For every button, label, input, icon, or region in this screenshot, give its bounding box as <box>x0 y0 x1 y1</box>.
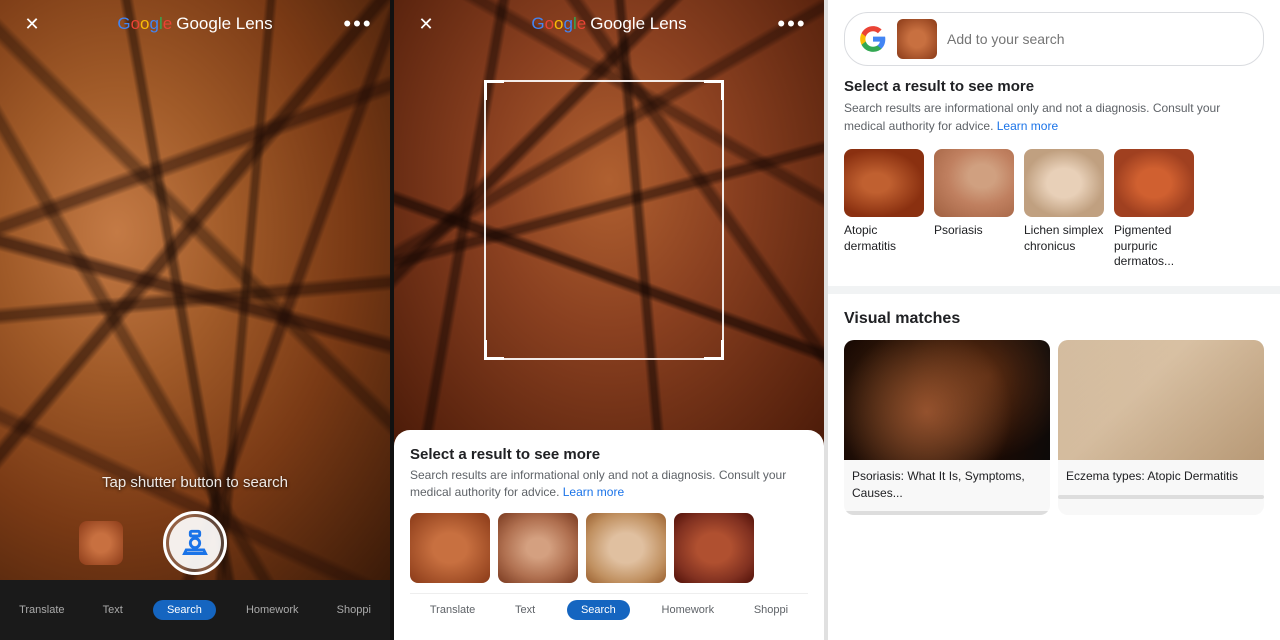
lens-text-2: Google Lens <box>590 14 686 34</box>
condition-card-pigmented[interactable]: Pigmented purpuric dermatos... <box>1114 149 1194 270</box>
shutter-row <box>79 511 311 575</box>
corner-tl <box>484 80 504 100</box>
select-result-section: Select a result to see more Search resul… <box>828 78 1280 286</box>
match-img-eczema <box>1058 340 1264 460</box>
condition-img-lichen <box>1024 149 1104 217</box>
google-wordmark-2: Google <box>531 14 586 34</box>
shutter-button[interactable] <box>163 511 227 575</box>
thumb-atopic[interactable] <box>410 513 490 583</box>
shutter-inner <box>169 517 221 569</box>
condition-label-atopic: Atopic dermatitis <box>844 223 924 254</box>
select-result-desc: Search results are informational only an… <box>844 99 1264 135</box>
match-card-psoriasis[interactable]: Psoriasis: What It Is, Symptoms, Causes.… <box>844 340 1050 516</box>
bottom-sheet-desc: Search results are informational only an… <box>410 467 808 501</box>
tab-search-2[interactable]: Search <box>567 600 630 620</box>
bottom-sheet-title: Select a result to see more <box>410 446 808 463</box>
condition-label-lichen: Lichen simplex chronicus <box>1024 223 1104 254</box>
match-img-psoriasis <box>844 340 1050 460</box>
condition-label-psoriasis: Psoriasis <box>934 223 1014 239</box>
tab-shopping-1[interactable]: Shoppi <box>329 600 379 620</box>
condition-img-psoriasis <box>934 149 1014 217</box>
condition-card-psoriasis[interactable]: Psoriasis <box>934 149 1014 270</box>
tab-text-2[interactable]: Text <box>507 600 543 620</box>
condition-label-pigmented: Pigmented purpuric dermatos... <box>1114 223 1194 270</box>
close-icon[interactable]: ✕ <box>16 8 48 40</box>
tab-translate-2[interactable]: Translate <box>422 600 483 620</box>
section-divider <box>828 286 1280 294</box>
tab-homework-1[interactable]: Homework <box>238 600 307 620</box>
tab-translate-1[interactable]: Translate <box>11 600 72 620</box>
visual-matches-title: Visual matches <box>844 310 1264 328</box>
results-search-bar[interactable] <box>844 12 1264 66</box>
corner-tr <box>704 80 724 100</box>
learn-more-link-3[interactable]: Learn more <box>997 119 1058 133</box>
app-title-1: Google Google Lens <box>117 14 272 34</box>
search-input[interactable] <box>947 31 1249 47</box>
close-icon-2[interactable]: ✕ <box>410 8 442 40</box>
visual-matches-section: Visual matches Psoriasis: What It Is, Sy… <box>828 294 1280 532</box>
conditions-row: Atopic dermatitis Psoriasis Lichen simpl… <box>844 149 1264 270</box>
match-caption-sub-1 <box>844 511 1050 515</box>
thumb-lichen[interactable] <box>586 513 666 583</box>
top-bar-2: ✕ Google Google Lens ••• <box>394 0 824 48</box>
condition-card-lichen[interactable]: Lichen simplex chronicus <box>1024 149 1104 270</box>
condition-img-pigmented <box>1114 149 1194 217</box>
select-result-title: Select a result to see more <box>844 78 1264 95</box>
phone-panel-1: ✕ Google Google Lens ••• Tap shutter but… <box>0 0 390 640</box>
tab-homework-2[interactable]: Homework <box>654 600 723 620</box>
results-panel: Select a result to see more Search resul… <box>828 0 1280 640</box>
lens-text-1: Google Lens <box>176 14 272 34</box>
learn-more-link-2[interactable]: Learn more <box>563 485 624 499</box>
corner-bl <box>484 340 504 360</box>
condition-img-atopic <box>844 149 924 217</box>
matches-grid: Psoriasis: What It Is, Symptoms, Causes.… <box>844 340 1264 516</box>
thumb-pigmented[interactable] <box>674 513 754 583</box>
tab-shopping-2[interactable]: Shoppi <box>746 600 796 620</box>
bottom-tab-bar-1: Translate Text Search Homework Shoppi <box>0 580 390 640</box>
thumb-psoriasis[interactable] <box>498 513 578 583</box>
corner-br <box>704 340 724 360</box>
condition-card-atopic[interactable]: Atopic dermatitis <box>844 149 924 270</box>
tab-search-1[interactable]: Search <box>153 600 216 620</box>
google-wordmark-1: Google <box>117 14 172 34</box>
condition-thumbnails <box>410 513 808 583</box>
placeholder-right <box>267 521 311 565</box>
tab-text-1[interactable]: Text <box>95 600 131 620</box>
gallery-button[interactable] <box>79 521 123 565</box>
phone-panel-2: ✕ Google Google Lens ••• Select a result… <box>394 0 824 640</box>
match-caption-psoriasis: Psoriasis: What It Is, Symptoms, Causes.… <box>844 460 1050 510</box>
top-bar-1: ✕ Google Google Lens ••• <box>0 0 390 48</box>
tap-hint: Tap shutter button to search <box>102 474 288 491</box>
match-card-eczema[interactable]: Eczema types: Atopic Dermatitis <box>1058 340 1264 516</box>
app-title-2: Google Google Lens <box>531 14 686 34</box>
shutter-area: Tap shutter button to search <box>79 474 311 575</box>
match-caption-sub-2 <box>1058 495 1264 499</box>
more-options-icon-2[interactable]: ••• <box>776 8 808 40</box>
bottom-tab-bar-2: Translate Text Search Homework Shoppi <box>410 593 808 620</box>
more-options-icon[interactable]: ••• <box>342 8 374 40</box>
match-caption-eczema: Eczema types: Atopic Dermatitis <box>1058 460 1264 493</box>
selection-box <box>484 80 724 360</box>
search-image-thumbnail <box>897 19 937 59</box>
bottom-sheet: Select a result to see more Search resul… <box>394 430 824 640</box>
google-g-logo <box>859 25 887 53</box>
